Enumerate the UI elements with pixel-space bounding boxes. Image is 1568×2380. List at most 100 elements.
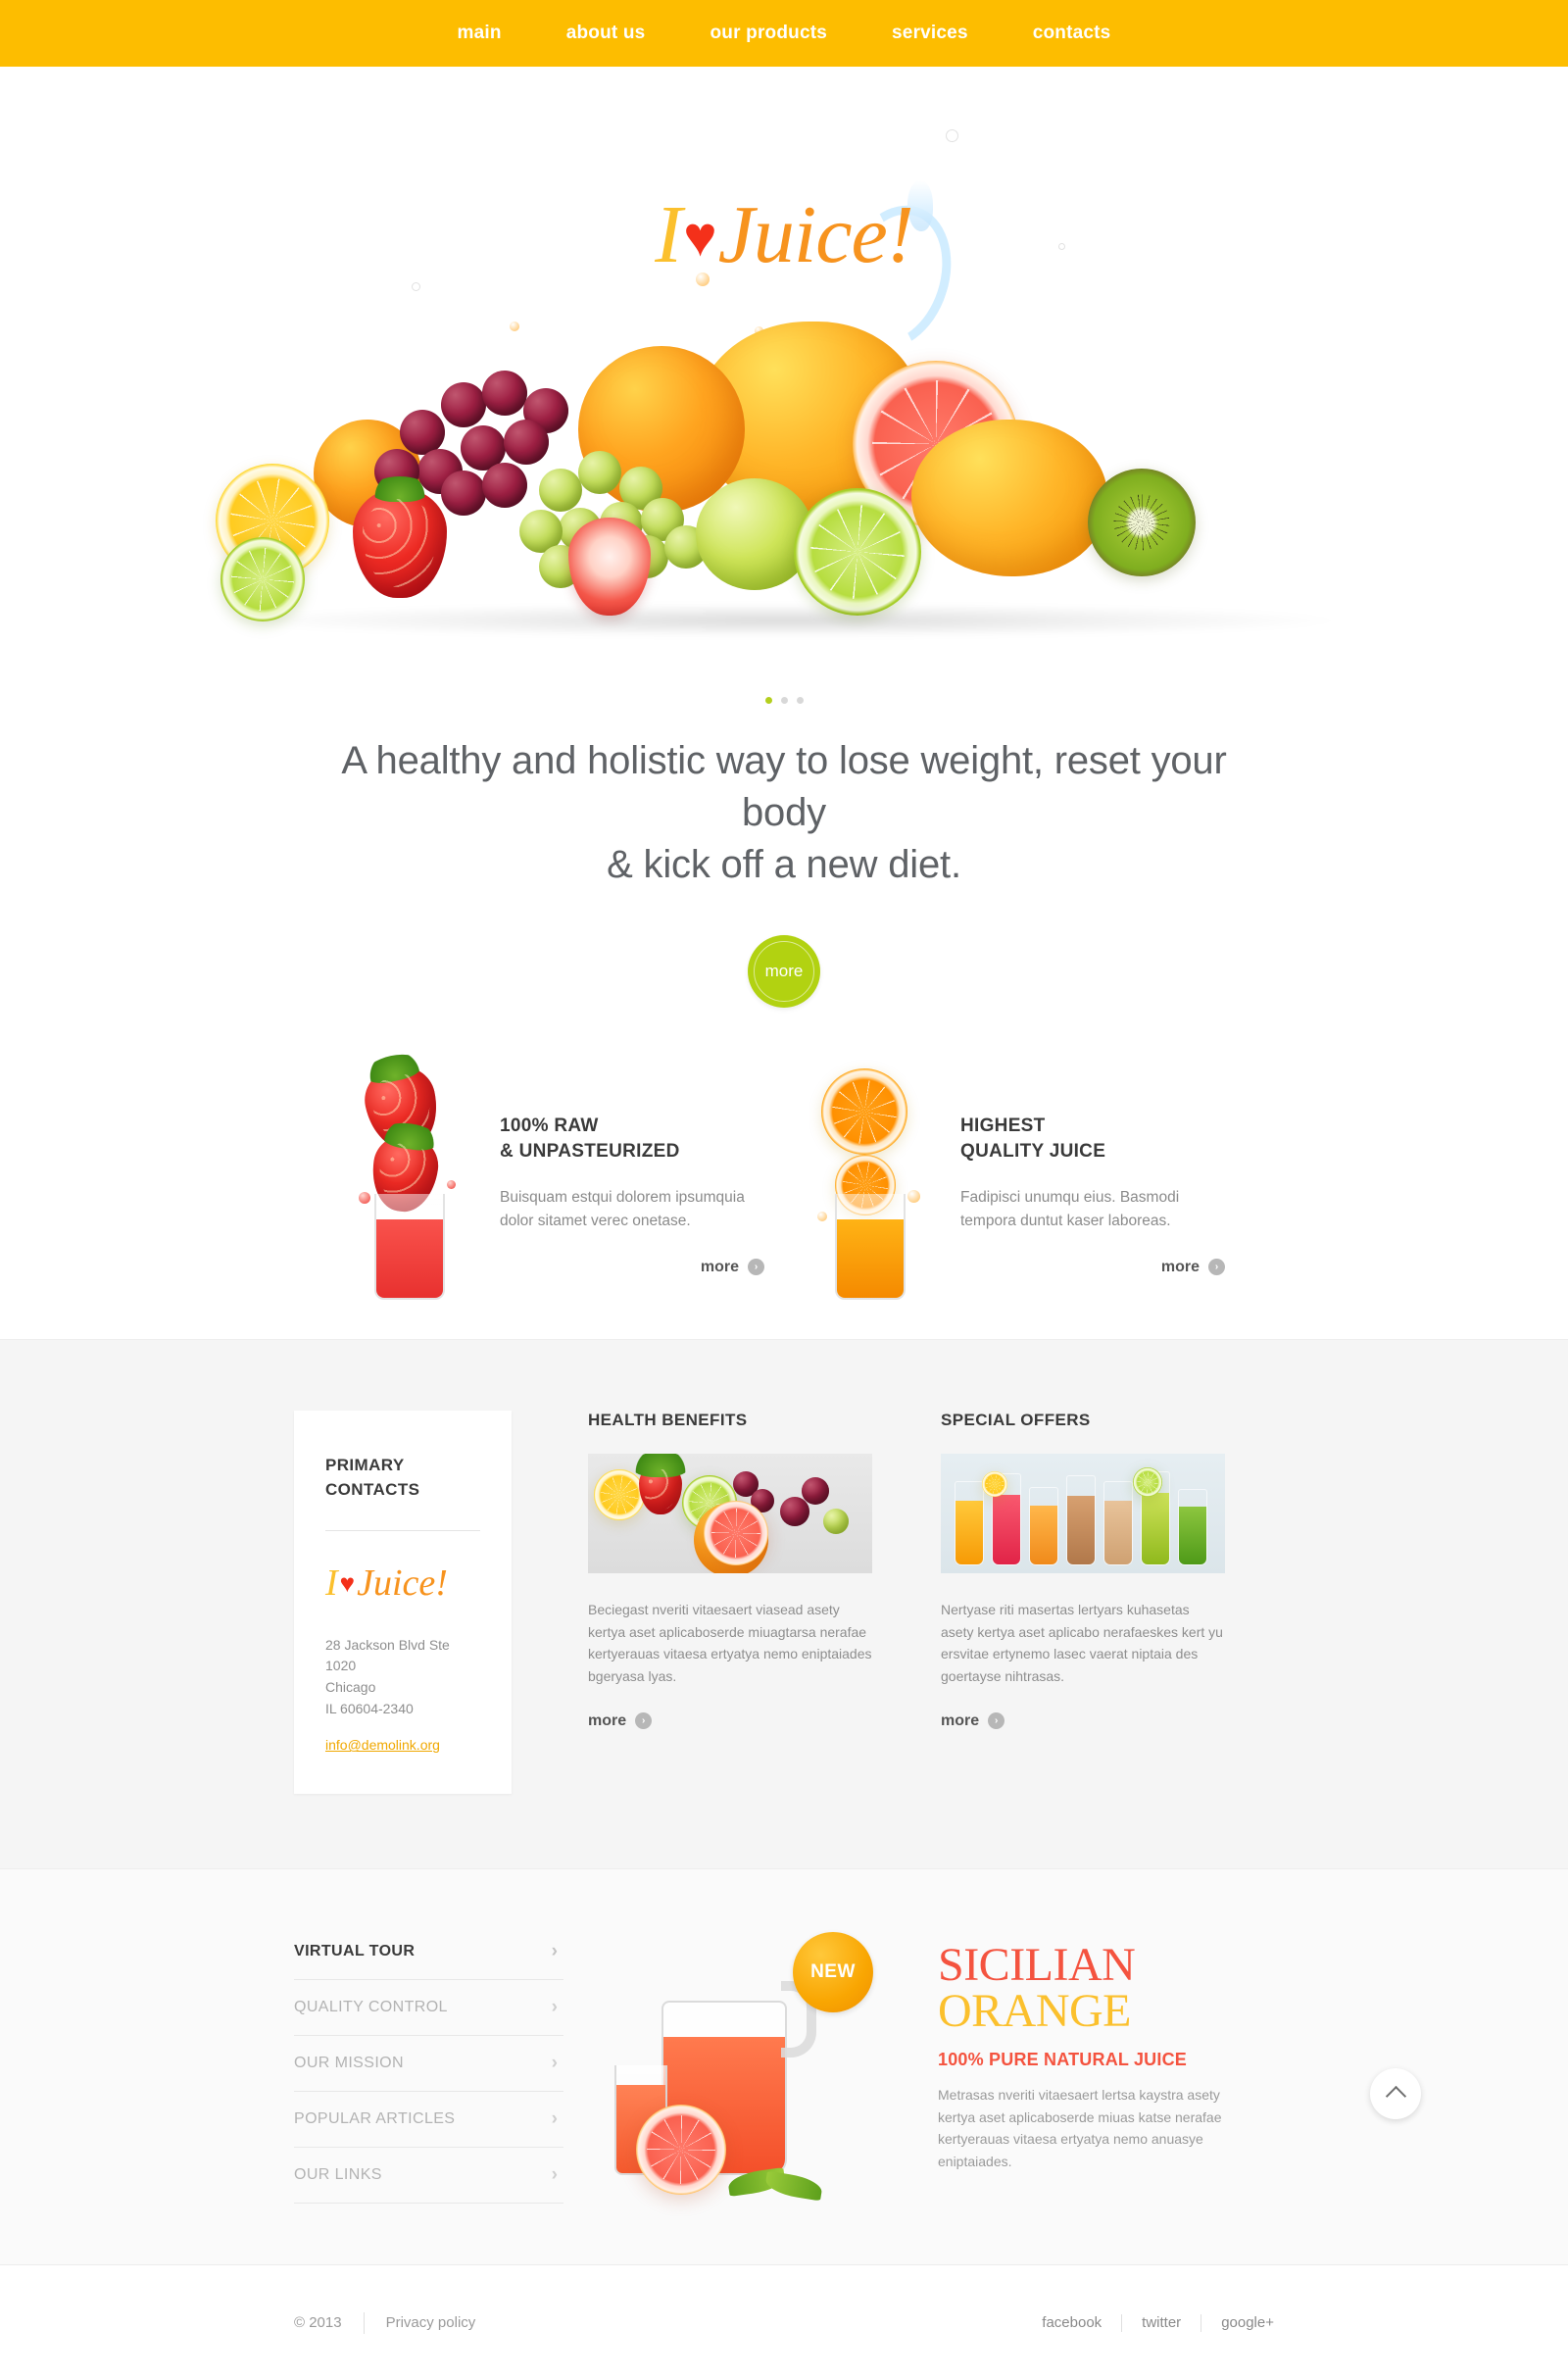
promo-subtitle: 100% PURE NATURAL JUICE <box>938 2050 1187 2070</box>
list-item-virtual-tour[interactable]: VIRTUAL TOUR › <box>294 1924 564 1981</box>
green-grape-fruit <box>823 1509 849 1535</box>
privacy-policy-link[interactable]: Privacy policy <box>386 2314 476 2331</box>
feature-text-block: 100% RAW & UNPASTEURIZED Buisquam estqui… <box>500 1074 764 1276</box>
social-link-facebook[interactable]: facebook <box>1042 2314 1102 2331</box>
juice-liquid <box>1067 1496 1095 1565</box>
chevron-right-icon: › <box>551 1941 558 1962</box>
health-benefits-image[interactable] <box>588 1454 872 1574</box>
feature-title-line-1: HIGHEST <box>960 1116 1046 1137</box>
promo-band: VIRTUAL TOUR › QUALITY CONTROL › OUR MIS… <box>0 1868 1568 2265</box>
juice-liquid <box>837 1218 904 1299</box>
slider-dot-2[interactable] <box>780 697 788 704</box>
juice-glass <box>1066 1475 1096 1566</box>
splash-drop <box>359 1192 370 1205</box>
splash-drop <box>817 1212 827 1222</box>
promo-illustration: NEW <box>601 1924 895 2202</box>
list-item-label: POPULAR ARTICLES <box>294 2110 456 2128</box>
feature-description: Fadipisci unumqu eius. Basmodi tempora d… <box>960 1188 1180 1229</box>
tagline-line-1: A healthy and holistic way to lose weigh… <box>341 739 1227 834</box>
site-logo[interactable]: I♥Juice! <box>0 194 1568 276</box>
divider <box>325 1529 480 1531</box>
list-item-our-links[interactable]: OUR LINKS › <box>294 2148 564 2205</box>
lemon-slice <box>594 1469 645 1521</box>
promo-headline: SICILIAN ORANGE <box>938 1942 1232 2038</box>
copyright-text: © 2013 <box>294 2314 342 2332</box>
promo-headline-line-2: ORANGE <box>938 1985 1132 2038</box>
strawberry-fruit <box>353 488 447 598</box>
chevron-right-icon: › <box>551 2164 558 2186</box>
primary-contacts-card: PRIMARY CONTACTS I♥Juice! 28 Jackson Blv… <box>294 1411 512 1795</box>
column-description: Nertyase riti masertas lertyars kuhaseta… <box>941 1602 1223 1684</box>
bubble-icon <box>946 129 958 142</box>
splash-drop <box>907 1190 920 1204</box>
feature-title-line-2: QUALITY JUICE <box>960 1141 1106 1163</box>
contacts-title-line-1: PRIMARY <box>325 1456 405 1475</box>
column-more-button[interactable]: more › <box>941 1712 1005 1730</box>
contact-email-link[interactable]: info@demolink.org <box>325 1737 440 1753</box>
divider <box>1121 2313 1123 2332</box>
fruit-shadow <box>235 604 1333 637</box>
nav-item-about-us[interactable]: about us <box>534 23 678 44</box>
feature-description: Buisquam estqui dolorem ipsumquia dolor … <box>500 1188 745 1229</box>
list-item-quality-control[interactable]: QUALITY CONTROL › <box>294 1980 564 2037</box>
list-item-our-mission[interactable]: OUR MISSION › <box>294 2036 564 2093</box>
strawberry-half <box>568 518 651 616</box>
logo-word-juice: Juice! <box>357 1562 448 1604</box>
lime-half <box>794 488 921 616</box>
health-benefits-column: HEALTH BENEFITS Beciegast nveriti vitaes… <box>588 1411 872 1730</box>
feature-more-button[interactable]: more › <box>701 1259 764 1276</box>
footer-left: © 2013 Privacy policy <box>294 2311 476 2334</box>
feature-more-label: more <box>1160 1258 1200 1275</box>
list-item-label: VIRTUAL TOUR <box>294 1943 416 1960</box>
column-title: HEALTH BENEFITS <box>588 1411 748 1430</box>
logo-word-juice: Juice! <box>717 189 914 280</box>
contacts-address: 28 Jackson Blvd Ste 1020 Chicago IL 6060… <box>325 1635 480 1720</box>
chevron-right-icon: › <box>748 1259 764 1276</box>
juice-glass <box>1103 1481 1133 1566</box>
kiwi-half <box>1088 469 1196 576</box>
social-link-googleplus[interactable]: google+ <box>1221 2314 1274 2331</box>
grape-fruit <box>780 1497 809 1527</box>
feature-title: HIGHEST QUALITY JUICE <box>960 1114 1225 1164</box>
features-section: 100% RAW & UNPASTEURIZED Buisquam estqui… <box>0 1008 1568 1340</box>
new-badge-label: NEW <box>810 1961 856 1983</box>
hero-more-button[interactable]: more <box>748 935 820 1009</box>
contacts-logo: I♥Juice! <box>325 1564 480 1602</box>
juice-glass <box>1178 1489 1207 1566</box>
feature-more-button[interactable]: more › <box>1161 1259 1225 1276</box>
divider <box>1200 2313 1202 2332</box>
special-offers-image[interactable] <box>941 1454 1225 1574</box>
juice-glass <box>374 1194 445 1301</box>
orange-slice <box>821 1068 907 1156</box>
logo-heart-icon: ♥ <box>339 1568 356 1598</box>
list-item-popular-articles[interactable]: POPULAR ARTICLES › <box>294 2092 564 2149</box>
hero-slider: I♥Juice! <box>0 67 1568 725</box>
feature-title: 100% RAW & UNPASTEURIZED <box>500 1114 764 1164</box>
social-link-twitter[interactable]: twitter <box>1142 2314 1181 2331</box>
juice-liquid <box>1104 1500 1132 1565</box>
green-grape-fruit <box>578 451 621 494</box>
scroll-to-top-button[interactable] <box>1370 2068 1421 2119</box>
green-grape-fruit <box>539 469 582 512</box>
nav-item-main[interactable]: main <box>425 23 534 44</box>
chevron-right-icon: › <box>988 1712 1005 1730</box>
feature-title-line-1: 100% RAW <box>500 1116 599 1137</box>
grape-fruit <box>802 1477 829 1506</box>
feature-text-block: HIGHEST QUALITY JUICE Fadipisci unumqu e… <box>960 1074 1225 1276</box>
feature-title-line-2: & UNPASTEURIZED <box>500 1141 680 1163</box>
grape-fruit <box>504 420 549 465</box>
page-footer: © 2013 Privacy policy facebook twitter g… <box>0 2264 1568 2380</box>
nav-item-services[interactable]: services <box>859 23 1001 44</box>
feature-card-quality: HIGHEST QUALITY JUICE Fadipisci unumqu e… <box>784 1068 1245 1301</box>
splash-drop <box>447 1180 456 1190</box>
column-more-button[interactable]: more › <box>588 1712 653 1730</box>
grape-fruit <box>441 382 486 427</box>
slider-dot-3[interactable] <box>796 697 804 704</box>
address-line-2: Chicago <box>325 1679 376 1696</box>
slider-dot-1[interactable] <box>764 697 772 704</box>
chevron-up-icon <box>1385 2085 1406 2107</box>
tagline-text: A healthy and holistic way to lose weigh… <box>294 735 1274 890</box>
nav-item-contacts[interactable]: contacts <box>1001 23 1144 44</box>
nav-item-our-products[interactable]: our products <box>677 23 859 44</box>
address-line-1: 28 Jackson Blvd Ste 1020 <box>325 1636 450 1674</box>
